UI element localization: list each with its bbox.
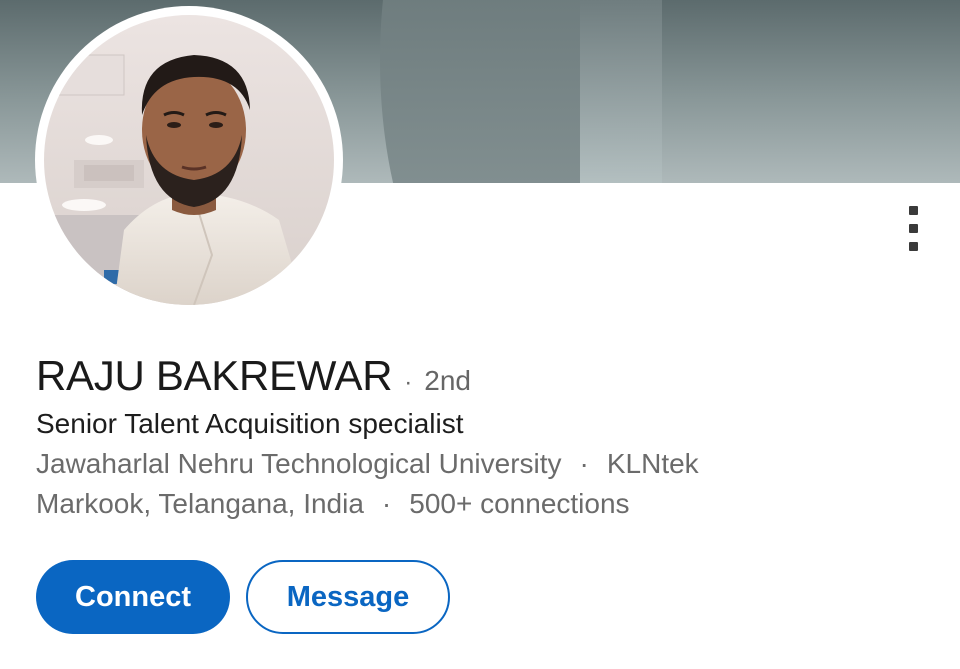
connection-degree: 2nd (424, 365, 471, 396)
profile-location: Markook, Telangana, India (36, 488, 364, 519)
profile-name: RAJU BAKREWAR (36, 352, 393, 399)
profile-headline: Senior Talent Acquisition specialist (36, 408, 464, 439)
connect-button[interactable]: Connect (36, 560, 230, 634)
location-connections-line: Markook, Telangana, India · 500+ connectio… (36, 488, 630, 520)
separator-dot: · (381, 488, 392, 519)
more-vertical-icon (908, 223, 918, 233)
connections-count[interactable]: 500+ connections (409, 488, 629, 519)
banner-decoration (580, 0, 662, 183)
education-company-line: Jawaharlal Nehru Technological Universit… (36, 448, 699, 480)
company-link[interactable]: KLNtek (607, 448, 699, 479)
more-vertical-icon (908, 241, 918, 251)
separator-dot: · (579, 448, 589, 479)
education-link[interactable]: Jawaharlal Nehru Technological Universit… (36, 448, 562, 479)
message-button[interactable]: Message (246, 560, 450, 634)
profile-name-row: RAJU BAKREWAR · 2nd (36, 352, 471, 402)
more-vertical-icon (908, 205, 918, 215)
avatar-photo (44, 15, 334, 305)
more-options-button[interactable] (896, 200, 930, 256)
avatar[interactable] (44, 15, 334, 305)
separator-dot: · (404, 369, 413, 396)
banner-decoration (380, 0, 600, 183)
